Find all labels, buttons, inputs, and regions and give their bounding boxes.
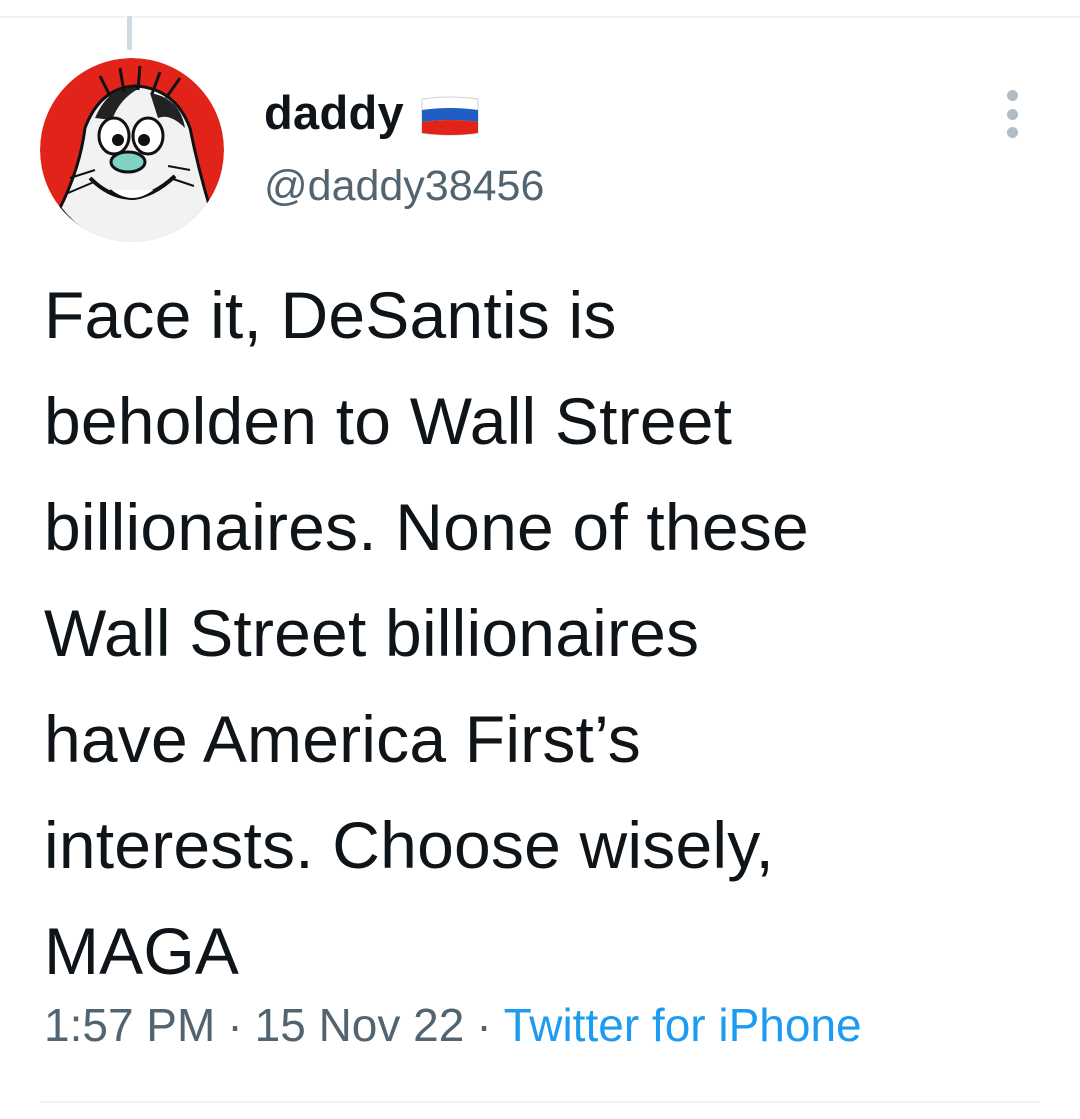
- meta-separator: ·: [476, 999, 492, 1051]
- top-divider: [0, 16, 1080, 18]
- more-options-icon[interactable]: [996, 86, 1028, 142]
- author-name-row[interactable]: daddy: [264, 82, 482, 142]
- display-name[interactable]: daddy: [264, 85, 404, 140]
- cartoon-character-avatar-icon: [40, 58, 224, 242]
- tweet-text-line: have America First’s: [44, 702, 641, 776]
- tweet-date[interactable]: 15 Nov 22: [255, 998, 465, 1052]
- tweet-time[interactable]: 1:57 PM: [44, 998, 215, 1052]
- meta-separator: ·: [227, 999, 243, 1051]
- author-handle[interactable]: @daddy38456: [264, 162, 544, 211]
- tweet-text-line: interests. Choose wisely,: [44, 808, 775, 882]
- russia-flag-icon: [418, 93, 482, 139]
- tweet-text-line: billionaires. None of these: [44, 490, 809, 564]
- bottom-divider: [40, 1101, 1040, 1103]
- avatar[interactable]: [40, 58, 224, 242]
- tweet-text-line: MAGA: [44, 914, 240, 988]
- thread-connector-line: [127, 16, 132, 50]
- tweet-text: Face it, DeSantis is beholden to Wall St…: [44, 262, 1044, 1004]
- tweet-source-link[interactable]: Twitter for iPhone: [504, 998, 862, 1052]
- tweet-text-line: beholden to Wall Street: [44, 384, 733, 458]
- tweet-text-line: Wall Street billionaires: [44, 596, 700, 670]
- tweet-metadata: 1:57 PM · 15 Nov 22 · Twitter for iPhone: [44, 998, 862, 1052]
- tweet-text-line: Face it, DeSantis is: [44, 278, 617, 352]
